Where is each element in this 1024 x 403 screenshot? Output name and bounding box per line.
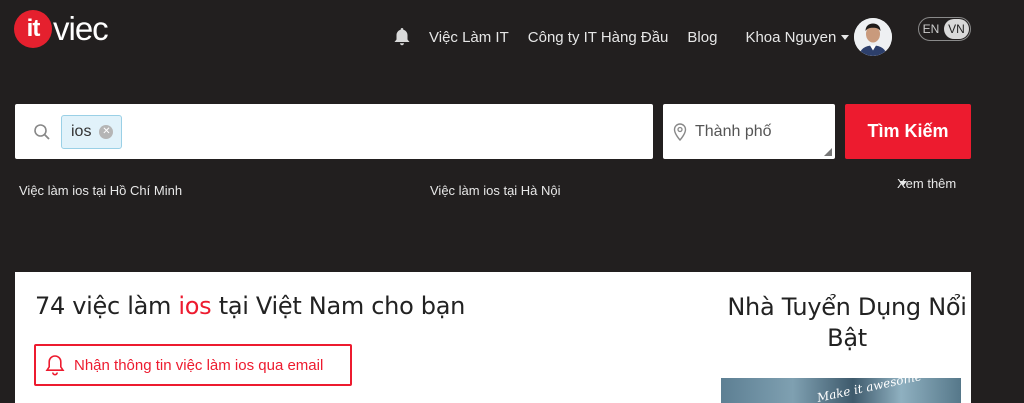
featured-employer-banner[interactable]: Make it awesome <box>721 378 961 403</box>
search-button[interactable]: Tìm Kiếm <box>845 104 971 159</box>
link-jobs-hanoi[interactable]: Việc làm ios tại Hà Nội <box>430 183 561 198</box>
main-nav: Việc Làm IT Công ty IT Hàng Đầu Blog Kho… <box>393 18 893 56</box>
logo-mark: it <box>14 10 52 48</box>
keyword-search-input[interactable]: ios ✕ <box>15 104 653 159</box>
nav-top-companies[interactable]: Công ty IT Hàng Đầu <box>528 29 669 46</box>
location-pin-icon <box>673 122 687 141</box>
results-panel: 74 việc làm ios tại Việt Nam cho bạn Nhậ… <box>15 272 971 403</box>
logo-text: viec <box>53 10 109 47</box>
remove-tag-icon[interactable]: ✕ <box>99 124 114 139</box>
results-suffix: tại Việt Nam cho bạn <box>211 292 466 320</box>
nav-blog[interactable]: Blog <box>687 29 717 46</box>
language-switcher[interactable]: EN VN <box>918 17 971 41</box>
email-alert-button[interactable]: Nhận thông tin việc làm ios qua email <box>34 344 352 386</box>
city-select[interactable]: Thành phố <box>663 104 835 159</box>
results-heading: 74 việc làm ios tại Việt Nam cho bạn <box>35 292 465 320</box>
notification-bell-icon[interactable] <box>393 27 411 47</box>
results-keyword: ios <box>178 292 212 320</box>
bell-icon <box>45 354 65 376</box>
link-jobs-hcm[interactable]: Việc làm ios tại Hồ Chí Minh <box>19 183 182 198</box>
banner-artwork: Make it awesome <box>815 378 923 403</box>
search-icon <box>33 123 51 141</box>
city-placeholder: Thành phố <box>695 122 772 140</box>
nav-it-jobs[interactable]: Việc Làm IT <box>429 29 509 46</box>
itviec-logo[interactable]: it viec <box>14 9 109 49</box>
search-tag-label: ios <box>71 122 92 140</box>
lang-vn-option[interactable]: VN <box>944 19 969 39</box>
chevron-down-icon <box>899 180 907 186</box>
user-name: Khoa Nguyen <box>745 28 837 46</box>
user-menu[interactable]: Khoa Nguyen <box>745 18 893 56</box>
dropdown-corner-icon <box>824 148 832 156</box>
email-alert-label: Nhận thông tin việc làm ios qua email <box>74 356 324 374</box>
search-tag: ios ✕ <box>61 114 123 149</box>
lang-en-option[interactable]: EN <box>919 22 943 36</box>
avatar[interactable] <box>854 18 893 56</box>
results-count: 74 việc làm <box>35 292 179 320</box>
chevron-down-icon <box>841 34 850 40</box>
featured-employers-title: Nhà Tuyển Dụng Nổi Bật <box>727 293 967 352</box>
